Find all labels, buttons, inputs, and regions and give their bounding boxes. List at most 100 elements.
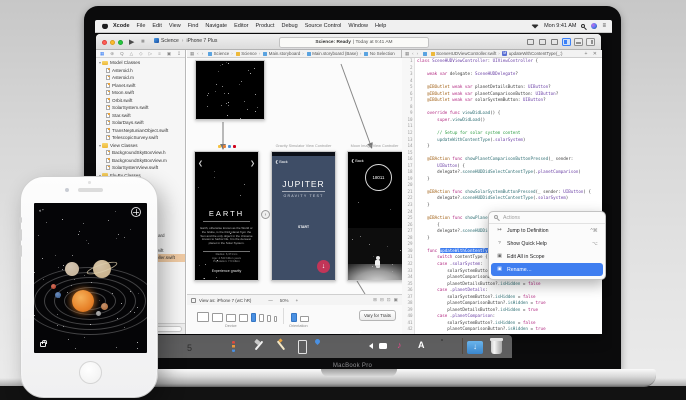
apple-menu-icon[interactable]	[102, 23, 108, 29]
assistant-editor-button[interactable]	[538, 38, 547, 46]
file-row[interactable]: Orbit.swift	[96, 97, 185, 105]
menu-item-navigate[interactable]: Navigate	[205, 23, 227, 29]
menu-item-window[interactable]: Window	[348, 23, 368, 29]
segue-link-node[interactable]: ›	[261, 210, 270, 219]
symbol-name[interactable]: updateWithContentType(_:)	[509, 51, 563, 56]
view-as-label[interactable]: View as: iPhone 7 (wC hR)	[199, 298, 251, 303]
stop-button[interactable]: ■	[141, 39, 145, 45]
menu-item-edit-all-in-scope[interactable]: ▣Edit All in Scope	[491, 250, 603, 263]
spotlight-icon[interactable]	[581, 24, 586, 29]
menu-item-rename-[interactable]: ▣Rename…	[491, 263, 603, 276]
pin-icon[interactable]: ⊟	[380, 297, 384, 303]
file-row[interactable]: SolarSystemView.swift	[96, 164, 185, 172]
menu-item-product[interactable]: Product	[256, 23, 275, 29]
menu-item-editor[interactable]: Editor	[234, 23, 248, 29]
device-option[interactable]	[259, 314, 264, 322]
breadcrumb-segment[interactable]: Science	[214, 51, 230, 56]
menu-item-help[interactable]: Help	[375, 23, 386, 29]
wifi-icon[interactable]	[531, 24, 539, 29]
menu-item-view[interactable]: View	[169, 23, 181, 29]
breakpoint-navigator-icon[interactable]: ▣	[167, 51, 171, 57]
version-editor-button[interactable]	[550, 38, 559, 46]
related-items-icon[interactable]: ▦	[190, 51, 194, 57]
menu-item-file[interactable]: File	[137, 23, 146, 29]
report-navigator-icon[interactable]: ↧	[177, 51, 181, 57]
device-option[interactable]	[239, 314, 248, 322]
project-navigator-icon[interactable]: ▦	[100, 51, 104, 57]
file-row[interactable]: Asteroid.h	[96, 67, 185, 75]
file-row[interactable]: BackgroundSkyBoxView.m	[96, 157, 185, 165]
device-option[interactable]	[267, 315, 271, 322]
device-option[interactable]	[197, 312, 209, 322]
zoom-window-button[interactable]	[118, 40, 123, 45]
breadcrumb-segment[interactable]: Science	[241, 51, 257, 56]
storyboard-scene-moon[interactable]: ❮ Back 18011	[347, 151, 402, 281]
utilities-toggle-button[interactable]	[586, 38, 595, 46]
debug-navigator-icon[interactable]: ≡	[158, 51, 161, 56]
menu-item-show-quick-help[interactable]: ?Show Quick Help⌥	[491, 237, 603, 250]
menu-app-name[interactable]: Xcode	[113, 23, 130, 29]
storyboard-scene-earth[interactable]: ❮ ❯ EARTH Earth, otherwise known as the …	[194, 151, 259, 281]
related-items-icon[interactable]: ▦	[405, 51, 409, 57]
find-navigator-icon[interactable]: △	[130, 51, 133, 57]
scheme-selector[interactable]: Science›iPhone 7 Plus	[154, 38, 217, 44]
forward-icon[interactable]: ›	[202, 51, 203, 56]
navigator-group-model-classes[interactable]: ▾Model Classes	[96, 59, 185, 67]
menu-item-find[interactable]: Find	[188, 23, 199, 29]
file-row[interactable]: TelescopicSurvey.swift	[96, 134, 185, 142]
notification-center-icon[interactable]: ≡	[602, 23, 606, 29]
file-row[interactable]: TransNeptunianObject.swift	[96, 127, 185, 135]
file-name[interactable]: SceneHUDViewController.swift	[436, 51, 496, 56]
navigator-toggle-button[interactable]	[562, 38, 571, 46]
landscape-orientation[interactable]	[300, 316, 309, 322]
portrait-orientation[interactable]	[291, 313, 297, 322]
disclosure-triangle-icon[interactable]: ▾	[99, 60, 101, 65]
resolve-autolayout-icon[interactable]: ⊡	[387, 297, 391, 303]
menu-item-debug[interactable]: Debug	[281, 23, 297, 29]
file-row[interactable]: SolarSystem.swift	[96, 104, 185, 112]
storyboard-scene-jupiter[interactable]: ❮ Back JUPITER GRAVITY TEST START ↓	[271, 151, 336, 281]
actions-search-row[interactable]: Actions	[489, 212, 605, 224]
source-code-editor[interactable]: 1234567891011121314151617181920212223242…	[402, 58, 602, 334]
source-control-navigator-icon[interactable]: ⊛	[110, 51, 114, 57]
disclosure-triangle-icon[interactable]: ▾	[99, 143, 101, 148]
device-option[interactable]	[226, 314, 236, 323]
device-option[interactable]	[212, 313, 223, 322]
menu-clock[interactable]: Mon 9:41 AM	[544, 23, 576, 29]
device-option[interactable]	[274, 316, 278, 322]
storyboard-scene-starfield[interactable]	[195, 60, 265, 120]
close-window-button[interactable]	[102, 40, 107, 45]
file-row[interactable]: SolarDays.swift	[96, 119, 185, 127]
device-preview-icon[interactable]	[191, 298, 196, 303]
scene-dock-icons[interactable]	[218, 145, 236, 148]
test-navigator-icon[interactable]: ▷	[149, 51, 152, 57]
storyboard-canvas[interactable]: Gravity Simulator View Controller Moon I…	[187, 58, 402, 294]
breadcrumb-segment[interactable]: No Selection	[370, 51, 395, 56]
zoom-in-button[interactable]: +	[296, 298, 299, 303]
file-row[interactable]: Asteroid.m	[96, 74, 185, 82]
menu-item-jump-to-definition[interactable]: ↦Jump to Definition^⌘	[491, 224, 603, 237]
ib-jump-bar[interactable]: ▦ ‹ › Science›Science›Main.storyboard›Ma…	[187, 50, 401, 58]
dock-icon-downloads[interactable]	[466, 337, 484, 355]
menu-item-source-control[interactable]: Source Control	[305, 23, 342, 29]
assistant-jump-bar[interactable]: ▦ ‹ › SceneHUDViewController.swift › M u…	[402, 50, 602, 58]
back-icon[interactable]: ‹	[197, 51, 198, 56]
zoom-level[interactable]: 50%	[280, 298, 289, 303]
standard-editor-button[interactable]	[526, 38, 535, 46]
file-row[interactable]: Moon.swift	[96, 89, 185, 97]
breadcrumb-segment[interactable]: Main.storyboard	[269, 51, 300, 56]
breadcrumb-segment[interactable]: Main.storyboard (Base)	[312, 51, 358, 56]
symbol-navigator-icon[interactable]: Q	[120, 51, 124, 56]
debug-area-toggle-button[interactable]	[574, 38, 583, 46]
back-icon[interactable]: ‹	[412, 51, 413, 56]
forward-icon[interactable]: ›	[417, 51, 418, 56]
minimize-window-button[interactable]	[110, 40, 115, 45]
vary-for-traits-button[interactable]: Vary for Traits	[359, 310, 396, 321]
device-option-selected[interactable]	[251, 313, 256, 322]
run-button[interactable]: ▶	[129, 38, 134, 46]
file-row[interactable]: Planet.swift	[96, 82, 185, 90]
embed-icon[interactable]: ▣	[394, 297, 398, 303]
file-row[interactable]: Star.swift	[96, 112, 185, 120]
align-icon[interactable]: ⊞	[373, 297, 377, 303]
assistant-tab-ops[interactable]: + ✕	[585, 51, 600, 57]
